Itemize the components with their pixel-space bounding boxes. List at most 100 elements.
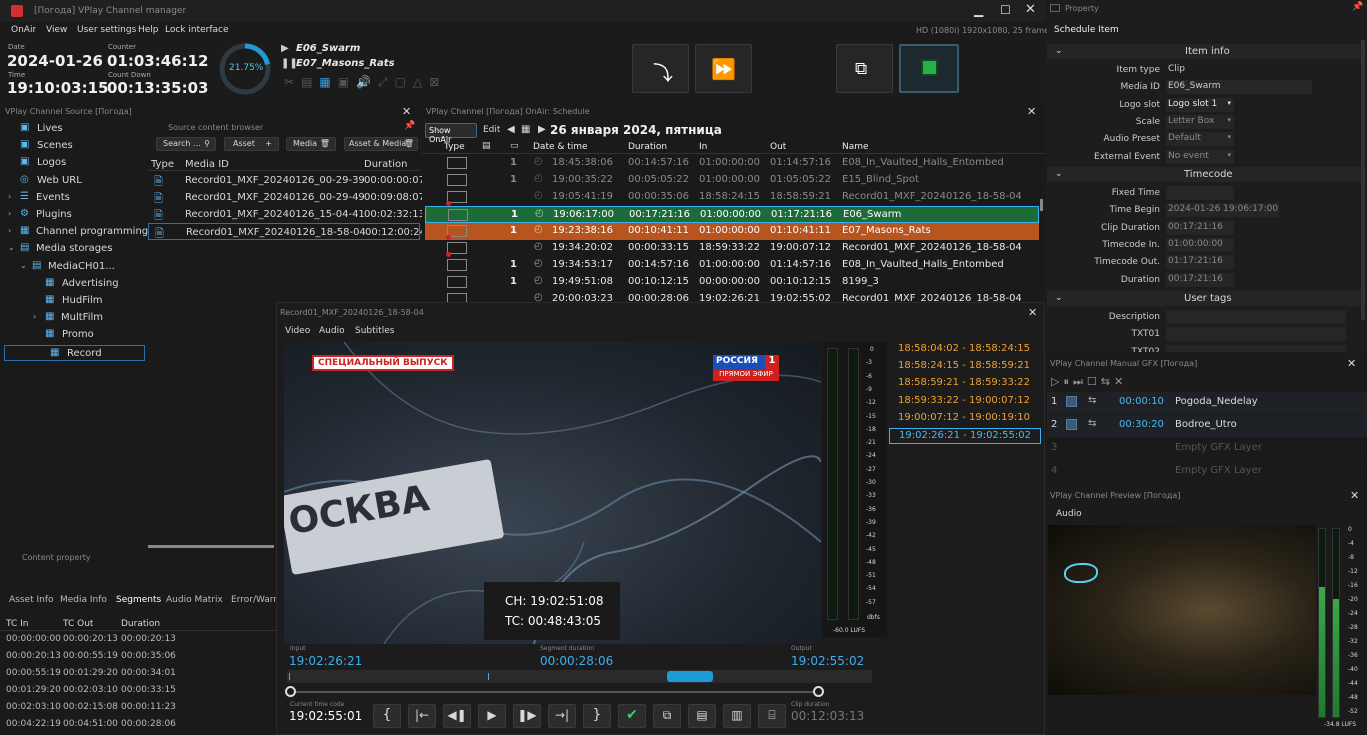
property-pin-icon[interactable]: 📌 bbox=[1352, 2, 1363, 12]
segment-row[interactable]: 00:00:55:19 00:01:29:20 00:00:34:01 bbox=[0, 667, 276, 684]
slider-start-handle[interactable] bbox=[285, 686, 296, 697]
schedule-row[interactable]: 1 ◴ 19:06:17:00 00:17:21:16 01:00:00:00 01:17… bbox=[425, 206, 1039, 223]
schedule-row[interactable]: 1 ◴ 19:34:53:17 00:14:57:16 01:00:00:00 01:14… bbox=[425, 257, 1039, 274]
schedule-row[interactable]: 1 ◴ 19:00:35:22 00:05:05:22 01:00:00:00 01:05… bbox=[425, 172, 1039, 189]
source-close-icon[interactable]: ✕ bbox=[402, 105, 411, 118]
gfx-close-icon[interactable]: ✕ bbox=[1347, 357, 1356, 370]
segment-timeline[interactable] bbox=[287, 670, 872, 683]
tree-item-8[interactable]: ⌄ ▤ MediaCH01... bbox=[0, 259, 148, 275]
schedule-row[interactable]: ◴ 19:05:41:19 00:00:35:06 18:58:24:15 18:58:… bbox=[425, 189, 1039, 206]
property-field[interactable]: 01:00:00:00 bbox=[1166, 237, 1234, 252]
film-out-button[interactable]: ▥ bbox=[723, 704, 751, 728]
user-tags-header[interactable]: ⌄ User tags bbox=[1047, 291, 1361, 306]
channel-preview-audio-tab[interactable]: Audio bbox=[1056, 509, 1082, 519]
segment-row[interactable]: 00:00:20:13 00:00:55:19 00:00:35:06 bbox=[0, 650, 276, 667]
property-field[interactable]: 2024-01-26 19:06:17:00 bbox=[1166, 203, 1279, 218]
gfx-checkbox[interactable] bbox=[1066, 419, 1077, 430]
show-onair-button[interactable]: Show OnAir bbox=[425, 123, 477, 144]
tree-item-12[interactable]: ▦ Promo bbox=[0, 327, 148, 343]
step-back-button[interactable]: ◀❚ bbox=[443, 704, 471, 728]
tree-item-7[interactable]: ⌄ ▤ Media storages bbox=[0, 241, 148, 257]
tab-video[interactable]: Video bbox=[285, 326, 310, 336]
gfx-next-icon[interactable]: ⏭ bbox=[1073, 375, 1083, 389]
tab-errors[interactable]: Error/Warr bbox=[231, 595, 277, 605]
tab-subtitles[interactable]: Subtitles bbox=[355, 326, 394, 336]
tree-item-4[interactable]: › ☰ Events bbox=[0, 190, 148, 206]
tool-icon-1[interactable]: ✂ bbox=[284, 75, 294, 93]
prev-day-icon[interactable]: ◀ bbox=[507, 124, 515, 135]
segment-list-item[interactable]: 18:58:59:21 - 18:59:33:22 bbox=[898, 376, 1041, 392]
tree-item-0[interactable]: ▣ Lives bbox=[0, 121, 148, 137]
expanded-arrow-icon[interactable]: ⌄ bbox=[20, 261, 27, 270]
collapsed-arrow-icon[interactable]: › bbox=[8, 192, 11, 201]
gfx-pause-icon[interactable]: ⏸ bbox=[1063, 375, 1069, 389]
playlist-button[interactable]: ⧉ bbox=[836, 44, 893, 93]
segment-list-item[interactable]: 18:58:24:15 - 18:58:59:21 bbox=[898, 359, 1041, 375]
grid-icon[interactable]: ▦ bbox=[319, 75, 330, 93]
segment-list-item[interactable]: 18:59:33:22 - 19:00:07:12 bbox=[898, 394, 1041, 410]
collapsed-arrow-icon[interactable]: › bbox=[33, 312, 36, 321]
expanded-arrow-icon[interactable]: ⌄ bbox=[8, 243, 15, 252]
schedule-row[interactable]: 1 ◴ 19:49:51:08 00:10:12:15 00:00:00:00 00:10… bbox=[425, 274, 1039, 291]
tab-asset-info[interactable]: Asset Info bbox=[9, 595, 54, 605]
search-button[interactable]: Search ... ⚲ bbox=[156, 137, 216, 151]
property-field[interactable]: 00:17:21:16 bbox=[1166, 272, 1234, 287]
schedule-scrollbar[interactable] bbox=[1040, 199, 1043, 211]
tree-item-1[interactable]: ▣ Scenes bbox=[0, 138, 148, 154]
schedule-row[interactable]: ◴ 19:34:20:02 00:00:33:15 18:59:33:22 19:00:… bbox=[425, 240, 1039, 257]
film-in-button[interactable]: ▤ bbox=[688, 704, 716, 728]
next-day-icon[interactable]: ▶ bbox=[538, 124, 546, 135]
property-field[interactable]: 01:17:21:16 bbox=[1166, 255, 1234, 270]
pin-icon[interactable]: 📌 bbox=[404, 121, 415, 131]
tool-icon-4[interactable]: ▣ bbox=[338, 75, 349, 93]
property-field[interactable]: 00:17:21:16 bbox=[1166, 220, 1234, 235]
mark-in-button[interactable]: { bbox=[373, 704, 401, 728]
snapshot-button[interactable]: ⌸ bbox=[758, 704, 786, 728]
schedule-close-icon[interactable]: ✕ bbox=[1027, 105, 1036, 118]
property-select[interactable]: Letter Box ▾ bbox=[1166, 114, 1234, 129]
table-row[interactable]: 🗎 Record01_MXF_20240126_18-58-04 00:12:00:… bbox=[148, 223, 426, 240]
gfx-layer-row[interactable]: 2 ⇆ 00:30:20 Bodroe_Utro bbox=[1047, 415, 1367, 437]
segment-row[interactable]: 00:02:03:10 00:02:15:08 00:00:11:23 bbox=[0, 701, 276, 718]
collapsed-arrow-icon[interactable]: › bbox=[8, 226, 11, 235]
tag-field[interactable] bbox=[1166, 310, 1346, 324]
step-forward-button[interactable]: ❚▶ bbox=[513, 704, 541, 728]
timeline-selected-segment[interactable] bbox=[667, 671, 713, 682]
maximize-icon[interactable]: ☐ bbox=[1000, 3, 1011, 17]
menu-help[interactable]: Help bbox=[138, 25, 159, 35]
grid-layout-button[interactable] bbox=[899, 44, 959, 93]
go-in-button[interactable]: |← bbox=[408, 704, 436, 728]
tree-item-6[interactable]: › ▦ Channel programming bbox=[0, 224, 148, 240]
property-field[interactable]: E06_Swarm bbox=[1166, 80, 1312, 95]
schedule-row[interactable]: 1 ◴ 19:23:38:16 00:10:41:11 01:00:00:00 01:10… bbox=[425, 223, 1039, 240]
segment-list-item[interactable]: 19:00:07:12 - 19:00:19:10 bbox=[898, 411, 1041, 427]
position-slider[interactable] bbox=[285, 686, 824, 697]
gfx-checkbox[interactable] bbox=[1066, 396, 1077, 407]
go-out-button[interactable]: →| bbox=[548, 704, 576, 728]
gfx-stop-icon[interactable]: ☐ bbox=[1087, 375, 1097, 389]
menu-lock-interface[interactable]: Lock interface bbox=[165, 25, 229, 35]
tree-item-9[interactable]: ▦ Advertising bbox=[0, 276, 148, 292]
audio-icon[interactable]: 🔊 bbox=[356, 75, 371, 93]
gfx-layer-row[interactable]: 4 Empty GFX Layer bbox=[1047, 461, 1367, 483]
menu-view[interactable]: View bbox=[46, 25, 67, 35]
property-select[interactable]: Default ▾ bbox=[1166, 132, 1234, 147]
play-button[interactable]: ▶ bbox=[478, 704, 506, 728]
item-info-header[interactable]: ⌄ Item info bbox=[1047, 44, 1361, 59]
menu-user-settings[interactable]: User settings bbox=[77, 25, 136, 35]
asset-media-button[interactable]: Asset & Media 🗑 bbox=[344, 137, 418, 151]
segment-list-item[interactable]: 18:58:04:02 - 18:58:24:15 bbox=[898, 342, 1041, 358]
gfx-remove-icon[interactable]: ✕ bbox=[1114, 375, 1123, 389]
calendar-icon[interactable]: ▦ bbox=[521, 124, 530, 135]
warning-icon[interactable]: △ bbox=[413, 75, 422, 93]
tree-item-3[interactable]: ◎ Web URL bbox=[0, 173, 148, 189]
gfx-swap-icon[interactable]: ⇆ bbox=[1101, 375, 1110, 389]
skip-button[interactable]: ⤵ bbox=[632, 44, 689, 93]
tree-item-11[interactable]: › ▦ MultFilm bbox=[0, 310, 148, 326]
tool-icon-2[interactable]: ▤ bbox=[301, 75, 312, 93]
menu-onair[interactable]: OnAir bbox=[11, 25, 36, 35]
slider-end-handle[interactable] bbox=[813, 686, 824, 697]
gfx-layer-row[interactable]: 3 Empty GFX Layer bbox=[1047, 438, 1367, 460]
tag-field[interactable] bbox=[1166, 344, 1346, 352]
media-button[interactable]: Media 🗑 bbox=[286, 137, 336, 151]
